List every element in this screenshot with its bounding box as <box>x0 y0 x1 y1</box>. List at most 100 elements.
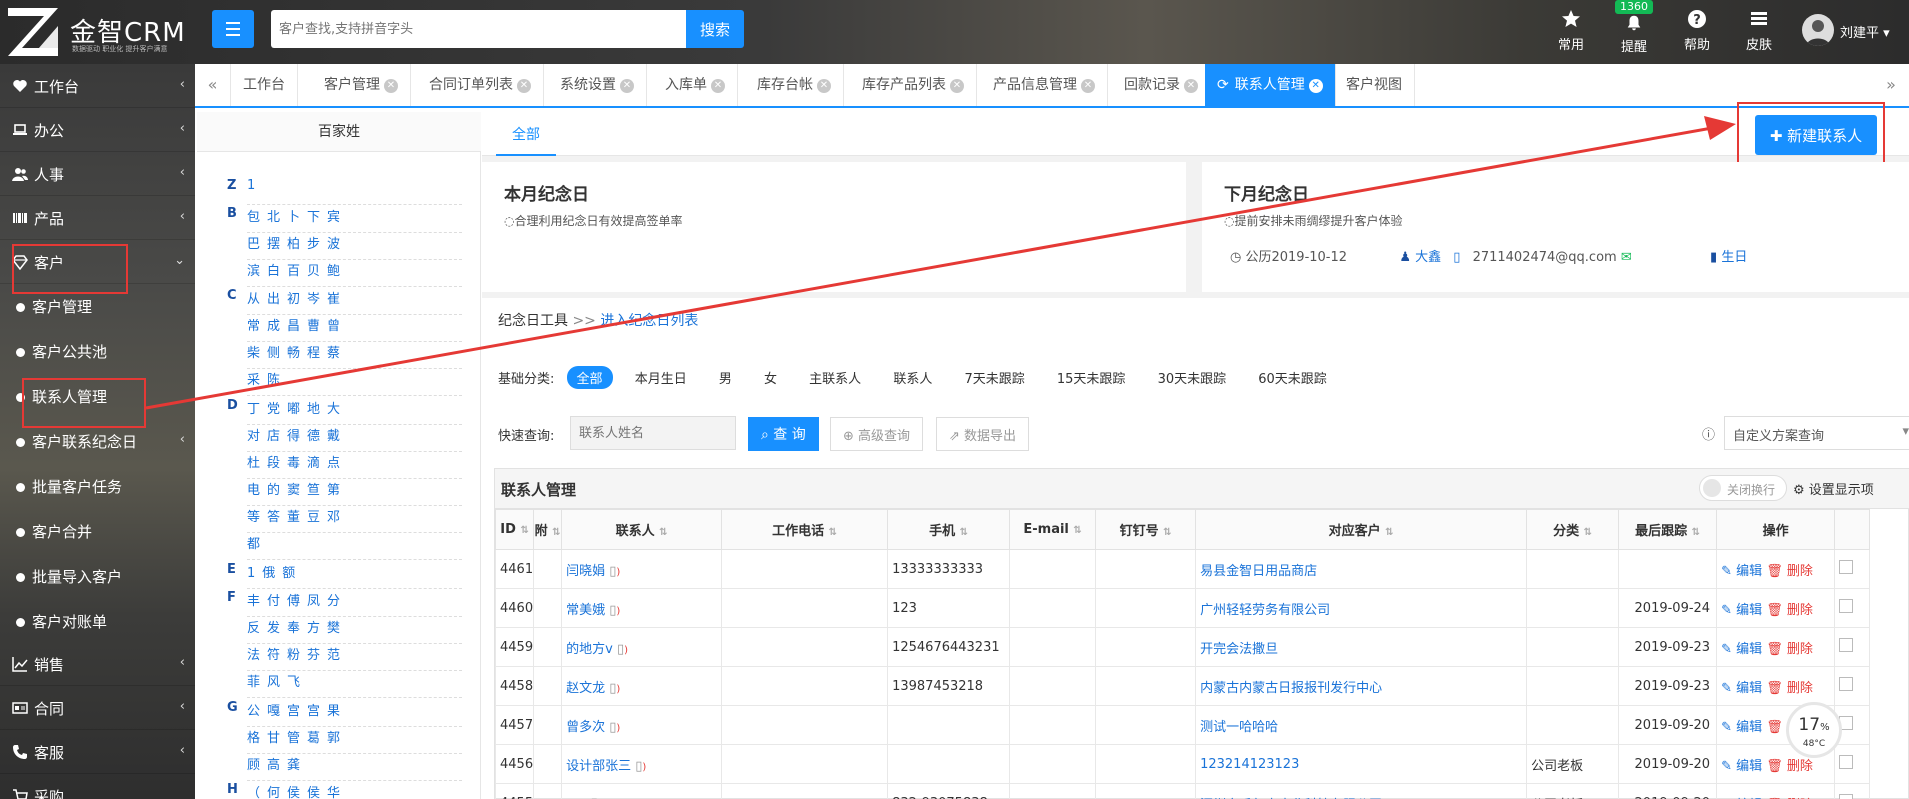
column-header-id[interactable]: ID ⇅ <box>494 509 535 550</box>
surname-row[interactable]: 柴侧畅程蔡 <box>247 342 462 369</box>
reminder-button[interactable]: 1360 提醒 <box>1614 0 1654 64</box>
filter-chip-male[interactable]: 男 <box>709 366 742 389</box>
surname-row[interactable]: 都 <box>247 533 462 560</box>
close-icon[interactable]: ✕ <box>1184 79 1198 93</box>
tab-payment-records[interactable]: 回款记录 ✕ <box>1112 64 1211 106</box>
cell-customer[interactable]: 开完会法撒旦 <box>1195 627 1528 667</box>
surname-row[interactable]: 滨白百贝鲍 <box>247 260 462 287</box>
edit-button[interactable]: ✎ 编辑 <box>1721 681 1762 696</box>
cell-contact[interactable]: 设计部张三 ▯) <box>561 744 723 784</box>
performance-widget[interactable]: 17% 48°C <box>1786 702 1842 758</box>
edit-button[interactable]: ✎ 编辑 <box>1721 564 1762 579</box>
contact-name-link[interactable]: 闫晓娟 <box>566 564 605 579</box>
edit-button[interactable]: ✎ 编辑 <box>1721 720 1762 735</box>
cell-customer[interactable]: 123214123123 <box>1195 744 1528 784</box>
row-checkbox[interactable] <box>1839 599 1854 613</box>
menu-toggle-button[interactable] <box>212 10 254 48</box>
customer-link[interactable]: 123214123123 <box>1200 757 1299 772</box>
cell-contact[interactable]: 曾多次 ▯) <box>561 705 723 745</box>
anniversary-type-link[interactable]: 生日 <box>1721 250 1747 265</box>
surname-row[interactable]: 等答董豆邓 <box>247 506 462 533</box>
filter-chip-7days[interactable]: 7天未跟踪 <box>954 366 1034 389</box>
tab-system-settings[interactable]: 系统设置 ✕ <box>548 64 647 106</box>
tab-workbench[interactable]: 工作台 <box>231 64 298 106</box>
filter-chip-all[interactable]: 全部 <box>566 366 613 389</box>
sidebar-subitem-batch-task[interactable]: 批量客户任务 <box>0 464 195 509</box>
sidebar-item-office[interactable]: 办公 ‹ <box>0 108 195 152</box>
surname-row[interactable]: （何侯侯华 <box>247 782 462 799</box>
row-checkbox[interactable] <box>1839 638 1854 652</box>
row-checkbox[interactable] <box>1839 794 1854 799</box>
cell-contact[interactable]: 的地方v ▯) <box>561 627 723 667</box>
surname-row[interactable]: 顾高龚 <box>247 754 462 781</box>
tab-contract-orders[interactable]: 合同订单列表 ✕ <box>417 64 544 106</box>
close-icon[interactable]: ✕ <box>517 79 531 93</box>
customer-link[interactable]: 易县金智日用品商店 <box>1200 564 1317 579</box>
column-header-attach[interactable]: 附 ⇅ <box>533 509 563 550</box>
table-row[interactable]: 4456 设计部张三 ▯) 123214123123 公司老板 2019-09-20 ✎ … <box>494 744 1871 784</box>
sidebar-subitem-anniversary[interactable]: 客户联系纪念日 ‹ <box>0 419 195 464</box>
sidebar-item-product[interactable]: 产品 ‹ <box>0 196 195 240</box>
contact-name-link[interactable]: 曾多次 <box>566 720 605 735</box>
favorites-button[interactable]: 常用 <box>1554 0 1588 64</box>
surname-row[interactable]: 杜段毒滴点 <box>247 452 462 479</box>
column-header-mobile[interactable]: 手机 ⇅ <box>887 509 1011 550</box>
customer-link[interactable]: 测试一哈哈哈 <box>1200 720 1278 735</box>
surname-row[interactable]: 电的窦笪第 <box>247 479 462 506</box>
cell-customer[interactable]: 广州轻轻劳务有限公司 <box>1195 588 1528 628</box>
close-icon[interactable]: ✕ <box>817 79 831 93</box>
export-button[interactable]: ⇗ 数据导出 <box>936 417 1030 451</box>
row-checkbox[interactable] <box>1839 560 1854 574</box>
refresh-icon[interactable]: ⟳ <box>1217 77 1229 93</box>
surname-row[interactable]: 反发奉方樊 <box>247 617 462 644</box>
skin-button[interactable]: 皮肤 <box>1742 0 1776 64</box>
filter-chip-60days[interactable]: 60天未跟踪 <box>1248 366 1337 389</box>
delete-button[interactable]: 🗑 删除 <box>1766 642 1813 657</box>
filter-chip-birthday[interactable]: 本月生日 <box>625 366 697 389</box>
table-row[interactable]: 4460 常美娥 ▯) 123 广州轻轻劳务有限公司 2019-09-24 ✎ 编辑 🗑 … <box>494 588 1871 628</box>
tab-inventory-ledger[interactable]: 库存台帐 ✕ <box>745 64 844 106</box>
cell-customer[interactable]: 内蒙古内蒙古日报报刊发行中心 <box>1195 666 1528 706</box>
tab-scroll-right-button[interactable]: » <box>1873 64 1909 106</box>
customer-link[interactable]: 广州轻轻劳务有限公司 <box>1200 603 1330 618</box>
surname-row[interactable]: 丰付傅凤分 <box>247 590 462 617</box>
surname-row[interactable]: 公嘎宫宫果 <box>247 700 462 727</box>
cell-customer[interactable]: 易县金智日用品商店 <box>1195 549 1528 589</box>
customer-link[interactable]: 内蒙古内蒙古日报报刊发行中心 <box>1200 681 1382 696</box>
tab-contact-management[interactable]: ⟳ 联系人管理 ✕ <box>1205 64 1336 106</box>
sidebar-subitem-merge[interactable]: 客户合并 <box>0 509 195 554</box>
table-row[interactable]: 4455 sss ▯) 832-93075838 深圳市千亿丰农业科技有限公司公司老板… <box>494 783 1871 799</box>
tab-product-info[interactable]: 产品信息管理 ✕ <box>981 64 1108 106</box>
row-checkbox[interactable] <box>1839 755 1854 769</box>
table-row[interactable]: 4459 的地方v ▯) 1254676443231 开完会法撒旦 2019-09-23… <box>494 627 1871 667</box>
close-icon[interactable]: ✕ <box>384 79 398 93</box>
advanced-query-button[interactable]: ⊕ 高级查询 <box>830 417 924 451</box>
sidebar-subitem-batch-import[interactable]: 批量导入客户 <box>0 554 195 599</box>
filter-chip-main-contact[interactable]: 主联系人 <box>799 366 871 389</box>
close-icon[interactable]: ✕ <box>1308 79 1323 93</box>
edit-button[interactable]: ✎ 编辑 <box>1721 759 1762 774</box>
surname-row[interactable]: 巴摆柏步波 <box>247 233 462 260</box>
sub-tab-all[interactable]: 全部 <box>496 124 556 156</box>
cell-customer[interactable]: 测试一哈哈哈 <box>1195 705 1528 745</box>
search-button[interactable]: 搜索 <box>686 10 744 48</box>
close-icon[interactable]: ✕ <box>711 79 725 93</box>
surname-row[interactable]: 1 <box>247 178 462 205</box>
close-icon[interactable]: ✕ <box>620 79 634 93</box>
filter-chip-contact[interactable]: 联系人 <box>883 366 942 389</box>
tab-inventory-products[interactable]: 库存产品列表 ✕ <box>850 64 977 106</box>
column-header-work-phone[interactable]: 工作电话 ⇅ <box>721 509 889 550</box>
column-header-last-track[interactable]: 最后跟踪 ⇅ <box>1618 509 1718 550</box>
sidebar-subitem-customer-management[interactable]: 客户管理 <box>0 284 195 329</box>
column-header-dingtalk[interactable]: 钉钉号 ⇅ <box>1095 509 1197 550</box>
tab-scroll-left-button[interactable]: « <box>195 64 231 106</box>
sidebar-item-contract[interactable]: 合同 ‹ <box>0 686 195 730</box>
column-header-customer[interactable]: 对应客户 ⇅ <box>1195 509 1528 550</box>
contact-name-input[interactable] <box>570 416 736 450</box>
table-row[interactable]: 4458 赵文龙 ▯) 13987453218 内蒙古内蒙古日报报刊发行中心 2019-… <box>494 666 1871 706</box>
contact-name-link[interactable]: 设计部张三 <box>566 759 631 774</box>
help-button[interactable]: ? 帮助 <box>1680 0 1714 64</box>
filter-chip-female[interactable]: 女 <box>754 366 787 389</box>
logo[interactable]: 金智CRM 数据驱动 职业化 提升客户满意 <box>6 6 196 58</box>
sidebar-item-hr[interactable]: 人事 ‹ <box>0 152 195 196</box>
